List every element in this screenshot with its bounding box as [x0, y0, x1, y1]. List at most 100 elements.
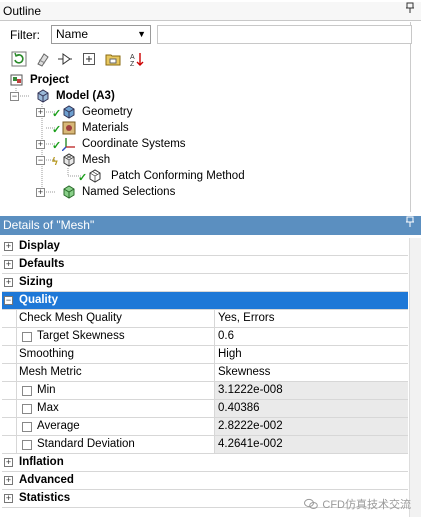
group-label-defaults: Defaults	[19, 258, 65, 270]
outline-title: Outline	[3, 4, 42, 18]
coordinate-axes-icon	[61, 137, 76, 152]
group-inflation[interactable]: + Inflation	[2, 454, 408, 472]
property-value[interactable]: Skewness	[214, 364, 408, 381]
group-advanced[interactable]: + Advanced	[2, 472, 408, 490]
filter-row: Filter: Name ▼	[2, 25, 412, 46]
tree-label-coordinate-systems: Coordinate Systems	[82, 138, 186, 150]
tree-label-project: Project	[30, 74, 69, 86]
watermark-text: CFD仿真技术交流	[322, 499, 411, 511]
row-divider	[16, 382, 17, 400]
property-label: Average	[37, 420, 80, 432]
expand-toggle-icon[interactable]: +	[36, 188, 45, 197]
property-row: Standard Deviation 4.2641e-002	[2, 436, 408, 454]
filter-label: Filter:	[10, 28, 40, 42]
tree-label-materials: Materials	[82, 122, 129, 134]
lightning-icon: ϟ	[52, 156, 58, 168]
property-value[interactable]: High	[214, 346, 408, 363]
details-panel-header: Details of "Mesh"	[0, 216, 421, 235]
group-label-advanced: Advanced	[19, 474, 74, 486]
group-label-statistics: Statistics	[19, 492, 71, 504]
materials-icon	[62, 121, 76, 135]
tree-label-mesh: Mesh	[82, 154, 111, 166]
generate-icon[interactable]	[56, 50, 74, 68]
property-row[interactable]: Mesh Metric Skewness	[2, 364, 408, 382]
property-label: Standard Deviation	[37, 438, 135, 450]
parameter-checkbox[interactable]	[22, 440, 32, 450]
group-defaults[interactable]: + Defaults	[2, 256, 408, 274]
expand-all-icon[interactable]	[80, 50, 98, 68]
property-row: Max 0.40386	[2, 400, 408, 418]
named-selections-icon	[62, 185, 76, 199]
property-row[interactable]: Target Skewness 0.6	[2, 328, 408, 346]
row-divider	[16, 400, 17, 418]
checkmark-icon: ✓	[52, 124, 62, 136]
mesh-method-icon	[88, 169, 102, 183]
group-label-inflation: Inflation	[19, 456, 64, 468]
expand-toggle-icon[interactable]: +	[4, 476, 13, 485]
svg-text:A: A	[130, 54, 135, 61]
group-display[interactable]: + Display	[2, 238, 408, 256]
group-label-display: Display	[19, 240, 60, 252]
parameter-checkbox[interactable]	[22, 404, 32, 414]
collapse-toggle-icon[interactable]: −	[4, 296, 13, 305]
row-divider	[16, 328, 17, 346]
details-title: Details of "Mesh"	[3, 218, 95, 232]
expand-toggle-icon[interactable]: +	[4, 458, 13, 467]
outline-tree: Project − Model (A3) + ✓ Geometry ✓ Mate…	[0, 72, 421, 212]
collapse-icon[interactable]	[34, 50, 52, 68]
collapse-toggle-icon[interactable]: −	[10, 92, 19, 101]
property-label: Check Mesh Quality	[19, 312, 122, 324]
expand-toggle-icon[interactable]: +	[4, 278, 13, 287]
property-value[interactable]: 0.6	[214, 328, 408, 345]
row-divider	[16, 346, 17, 364]
geometry-icon	[62, 105, 76, 119]
group-sizing[interactable]: + Sizing	[2, 274, 408, 292]
property-label: Smoothing	[19, 348, 74, 360]
tree-label-patch-conforming-method: Patch Conforming Method	[111, 170, 245, 182]
checkmark-icon: ✓	[52, 108, 62, 120]
filter-dropdown[interactable]: Name ▼	[51, 25, 151, 44]
sort-icon[interactable]: AZ	[128, 50, 146, 68]
property-label: Max	[37, 402, 59, 414]
expand-toggle-icon[interactable]: +	[4, 494, 13, 503]
parameter-checkbox[interactable]	[22, 422, 32, 432]
parameter-checkbox[interactable]	[22, 332, 32, 342]
group-label-sizing: Sizing	[19, 276, 53, 288]
collapse-toggle-icon[interactable]: −	[36, 156, 45, 165]
property-row[interactable]: Smoothing High	[2, 346, 408, 364]
property-row: Min 3.1222e-008	[2, 382, 408, 400]
wechat-icon	[304, 498, 319, 509]
tree-label-geometry: Geometry	[82, 106, 133, 118]
property-row[interactable]: Check Mesh Quality Yes, Errors	[2, 310, 408, 328]
row-divider	[16, 364, 17, 382]
property-value-readonly: 3.1222e-008	[214, 382, 408, 399]
expand-toggle-icon[interactable]: +	[4, 260, 13, 269]
refresh-icon[interactable]	[10, 50, 28, 68]
expand-toggle-icon[interactable]: +	[36, 140, 45, 149]
tree-label-named-selections: Named Selections	[82, 186, 176, 198]
model-icon	[36, 89, 50, 103]
row-divider	[16, 418, 17, 436]
project-icon	[10, 73, 24, 87]
filter-search-input[interactable]	[157, 25, 412, 44]
row-divider	[16, 310, 17, 328]
expand-toggle-icon[interactable]: +	[36, 108, 45, 117]
folder-icon[interactable]	[104, 50, 122, 68]
svg-text:Z: Z	[130, 61, 135, 67]
group-label-quality: Quality	[19, 294, 58, 306]
row-divider	[16, 436, 17, 454]
property-value[interactable]: Yes, Errors	[214, 310, 408, 327]
details-scrollbar[interactable]	[409, 238, 421, 517]
property-value-readonly: 4.2641e-002	[214, 436, 408, 453]
filter-dropdown-value: Name	[56, 27, 89, 41]
group-quality[interactable]: − Quality	[2, 292, 408, 310]
parameter-checkbox[interactable]	[22, 386, 32, 396]
pin-icon[interactable]	[405, 216, 415, 235]
expand-toggle-icon[interactable]: +	[4, 242, 13, 251]
property-label: Mesh Metric	[19, 366, 82, 378]
pin-icon[interactable]	[405, 2, 415, 21]
property-value-readonly: 2.8222e-002	[214, 418, 408, 435]
checkmark-icon: ✓	[52, 140, 62, 152]
chevron-down-icon: ▼	[137, 29, 146, 39]
mesh-icon	[62, 153, 76, 167]
